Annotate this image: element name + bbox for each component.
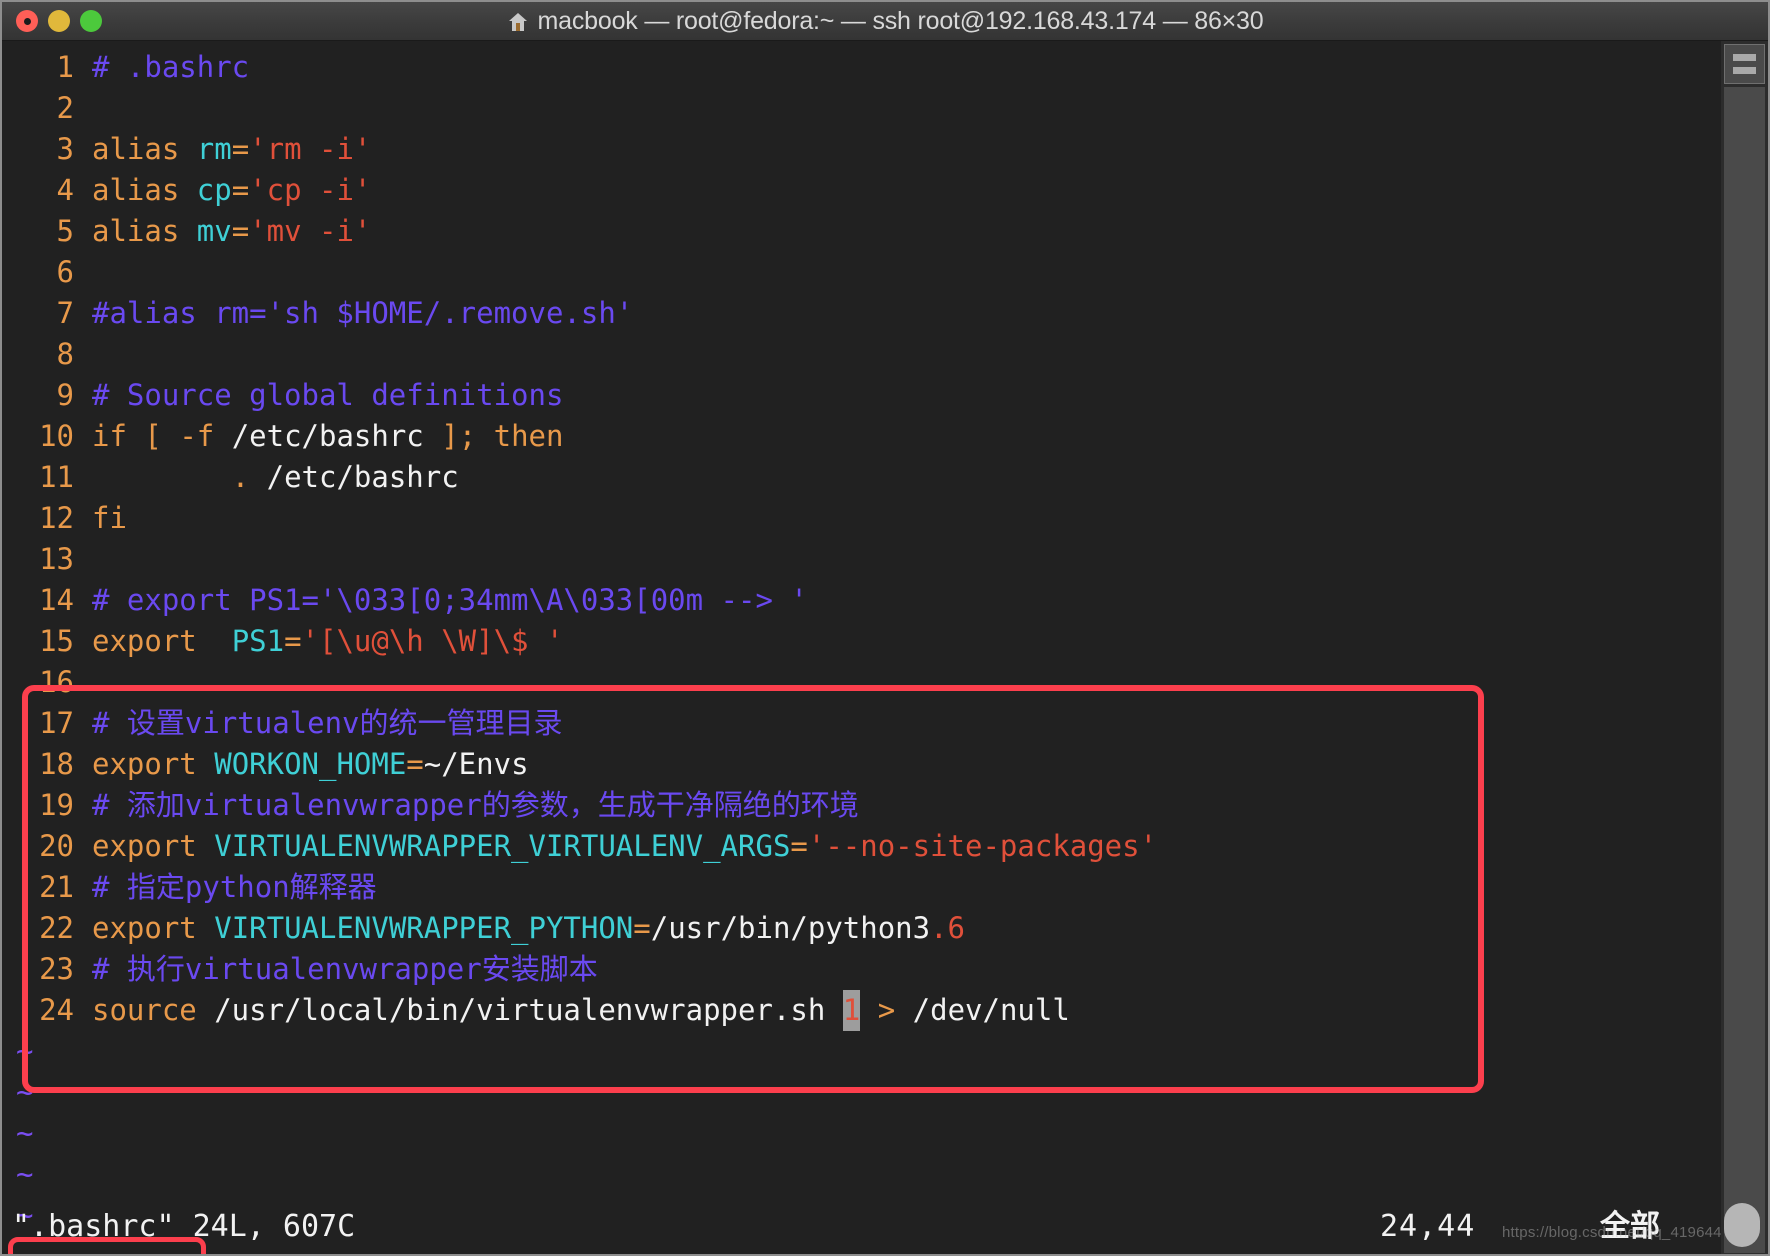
line-number: 3 <box>56 132 74 166</box>
line-content[interactable]: . /etc/bashrc <box>92 460 459 494</box>
code-line[interactable]: 4 alias cp='cp -i' <box>2 170 1721 211</box>
code-line[interactable]: 8 <box>2 334 1721 375</box>
line-number: 22 <box>39 911 74 945</box>
code-line[interactable]: 19 # 添加virtualenvwrapper的参数，生成干净隔绝的环境 <box>2 785 1721 826</box>
line-number: 21 <box>39 870 74 904</box>
code-line[interactable]: 15 export PS1='[\u@\h \W]\$ ' <box>2 621 1721 662</box>
traffic-light-group <box>16 2 102 40</box>
line-number: 23 <box>39 952 74 986</box>
status-file-info: ".bashrc" 24L, 607C <box>12 1205 355 1249</box>
code-line[interactable]: 16 <box>2 662 1721 703</box>
line-number: 13 <box>39 542 74 576</box>
close-button[interactable] <box>16 10 38 32</box>
line-number: 1 <box>56 50 74 84</box>
split-pane-icon[interactable] <box>1724 44 1765 84</box>
line-number: 18 <box>39 747 74 781</box>
minimize-button[interactable] <box>48 10 70 32</box>
status-file-stats: 24L, 607C <box>174 1209 356 1244</box>
line-number: 7 <box>56 296 74 330</box>
scrollbar-column[interactable] <box>1721 41 1768 1254</box>
vim-screen[interactable]: 1 # .bashrc 2 3 alias rm='rm -i' 4 alias cp='c… <box>2 41 1739 1254</box>
line-content[interactable]: fi <box>92 501 127 535</box>
line-number: 12 <box>39 501 74 535</box>
line-content[interactable]: # export PS1='\033[0;34mm\A\033[00m --> … <box>92 583 808 617</box>
code-line[interactable]: 23 # 执行virtualenvwrapper安装脚本 <box>2 949 1721 990</box>
split-pane-bar-bottom <box>1733 67 1756 74</box>
maximize-button[interactable] <box>80 10 102 32</box>
code-line[interactable]: 21 # 指定python解释器 <box>2 867 1721 908</box>
code-line[interactable]: 11 . /etc/bashrc <box>2 457 1721 498</box>
line-content[interactable]: #alias rm='sh $HOME/.remove.sh' <box>92 296 633 330</box>
line-content[interactable]: # 执行virtualenvwrapper安装脚本 <box>92 952 598 986</box>
line-content[interactable]: # 指定python解释器 <box>92 870 377 904</box>
code-line[interactable]: 10 if [ -f /etc/bashrc ]; then <box>2 416 1721 457</box>
code-line[interactable]: 7 #alias rm='sh $HOME/.remove.sh' <box>2 293 1721 334</box>
status-cursor-position: 24,44 <box>1380 1209 1476 1244</box>
code-line[interactable]: 14 # export PS1='\033[0;34mm\A\033[00m --… <box>2 580 1721 621</box>
code-line[interactable]: 22 export VIRTUALENVWRAPPER_PYTHON=/usr/b… <box>2 908 1721 949</box>
line-number: 14 <box>39 583 74 617</box>
code-line[interactable]: 1 # .bashrc <box>2 47 1721 88</box>
scrollbar-thumb[interactable] <box>1724 1203 1760 1247</box>
status-filename: ".bashrc" <box>12 1209 175 1244</box>
code-line[interactable]: 5 alias mv='mv -i' <box>2 211 1721 252</box>
line-content[interactable]: # 添加virtualenvwrapper的参数，生成干净隔绝的环境 <box>92 788 859 822</box>
line-number: 6 <box>56 255 74 289</box>
line-content[interactable]: export VIRTUALENVWRAPPER_VIRTUALENV_ARGS… <box>92 829 1157 863</box>
scrollbar-track[interactable] <box>1724 87 1765 1253</box>
tilde-marker: ~ <box>16 1075 34 1109</box>
line-content[interactable]: export WORKON_HOME=~/Envs <box>92 747 529 781</box>
window-title-text: macbook — root@fedora:~ — ssh root@192.1… <box>537 6 1264 35</box>
watermark-text: https://blog.csdn.net/qq_41964425 <box>1502 1224 1739 1241</box>
buffer-filler-line: ~ <box>2 1154 1721 1195</box>
code-line[interactable]: 6 <box>2 252 1721 293</box>
code-line[interactable]: 20 export VIRTUALENVWRAPPER_VIRTUALENV_AR… <box>2 826 1721 867</box>
line-number: 15 <box>39 624 74 658</box>
terminal-window: macbook — root@fedora:~ — ssh root@192.1… <box>0 0 1770 1256</box>
code-line[interactable]: 12 fi <box>2 498 1721 539</box>
buffer-filler-line: ~ <box>2 1031 1721 1072</box>
code-line[interactable]: 17 # 设置virtualenv的统一管理目录 <box>2 703 1721 744</box>
code-line[interactable]: 13 <box>2 539 1721 580</box>
line-content[interactable]: export VIRTUALENVWRAPPER_PYTHON=/usr/bin… <box>92 911 965 945</box>
line-content[interactable]: # 设置virtualenv的统一管理目录 <box>92 706 563 740</box>
line-number: 16 <box>39 665 74 699</box>
window-titlebar[interactable]: macbook — root@fedora:~ — ssh root@192.1… <box>2 2 1768 41</box>
line-content[interactable]: # .bashrc <box>92 50 249 84</box>
line-number: 10 <box>39 419 74 453</box>
line-number: 5 <box>56 214 74 248</box>
code-line[interactable]: 18 export WORKON_HOME=~/Envs <box>2 744 1721 785</box>
split-pane-bar-top <box>1733 54 1756 61</box>
home-icon <box>507 11 529 33</box>
line-content[interactable]: if [ -f /etc/bashrc ]; then <box>92 419 563 453</box>
window-title: macbook — root@fedora:~ — ssh root@192.1… <box>2 7 1768 36</box>
buffer-filler-line: ~ <box>2 1072 1721 1113</box>
vim-buffer[interactable]: 1 # .bashrc 2 3 alias rm='rm -i' 4 alias cp='c… <box>2 47 1721 1236</box>
tilde-marker: ~ <box>16 1034 34 1068</box>
line-number: 19 <box>39 788 74 822</box>
line-number: 24 <box>39 993 74 1027</box>
tilde-marker: ~ <box>16 1157 34 1191</box>
line-content[interactable]: alias mv='mv -i' <box>92 214 371 248</box>
line-number: 11 <box>39 460 74 494</box>
line-number: 2 <box>56 91 74 125</box>
line-number: 9 <box>56 378 74 412</box>
terminal-body: 1 # .bashrc 2 3 alias rm='rm -i' 4 alias cp='c… <box>2 41 1768 1254</box>
line-number: 17 <box>39 706 74 740</box>
line-content[interactable]: export PS1='[\u@\h \W]\$ ' <box>92 624 563 658</box>
line-number: 8 <box>56 337 74 371</box>
line-content[interactable]: source /usr/local/bin/virtualenvwrapper.… <box>92 990 1070 1031</box>
tilde-marker: ~ <box>16 1116 34 1150</box>
code-line[interactable]: 2 <box>2 88 1721 129</box>
line-number: 20 <box>39 829 74 863</box>
buffer-filler-line: ~ <box>2 1113 1721 1154</box>
code-line[interactable]: 24 source /usr/local/bin/virtualenvwrappe… <box>2 990 1721 1031</box>
line-content[interactable]: alias rm='rm -i' <box>92 132 371 166</box>
line-content[interactable]: alias cp='cp -i' <box>92 173 371 207</box>
code-line[interactable]: 3 alias rm='rm -i' <box>2 129 1721 170</box>
vim-status-line: ".bashrc" 24L, 607C 24,44 全部 <box>2 1205 1721 1249</box>
code-line[interactable]: 9 # Source global definitions <box>2 375 1721 416</box>
line-number: 4 <box>56 173 74 207</box>
line-content[interactable]: # Source global definitions <box>92 378 563 412</box>
